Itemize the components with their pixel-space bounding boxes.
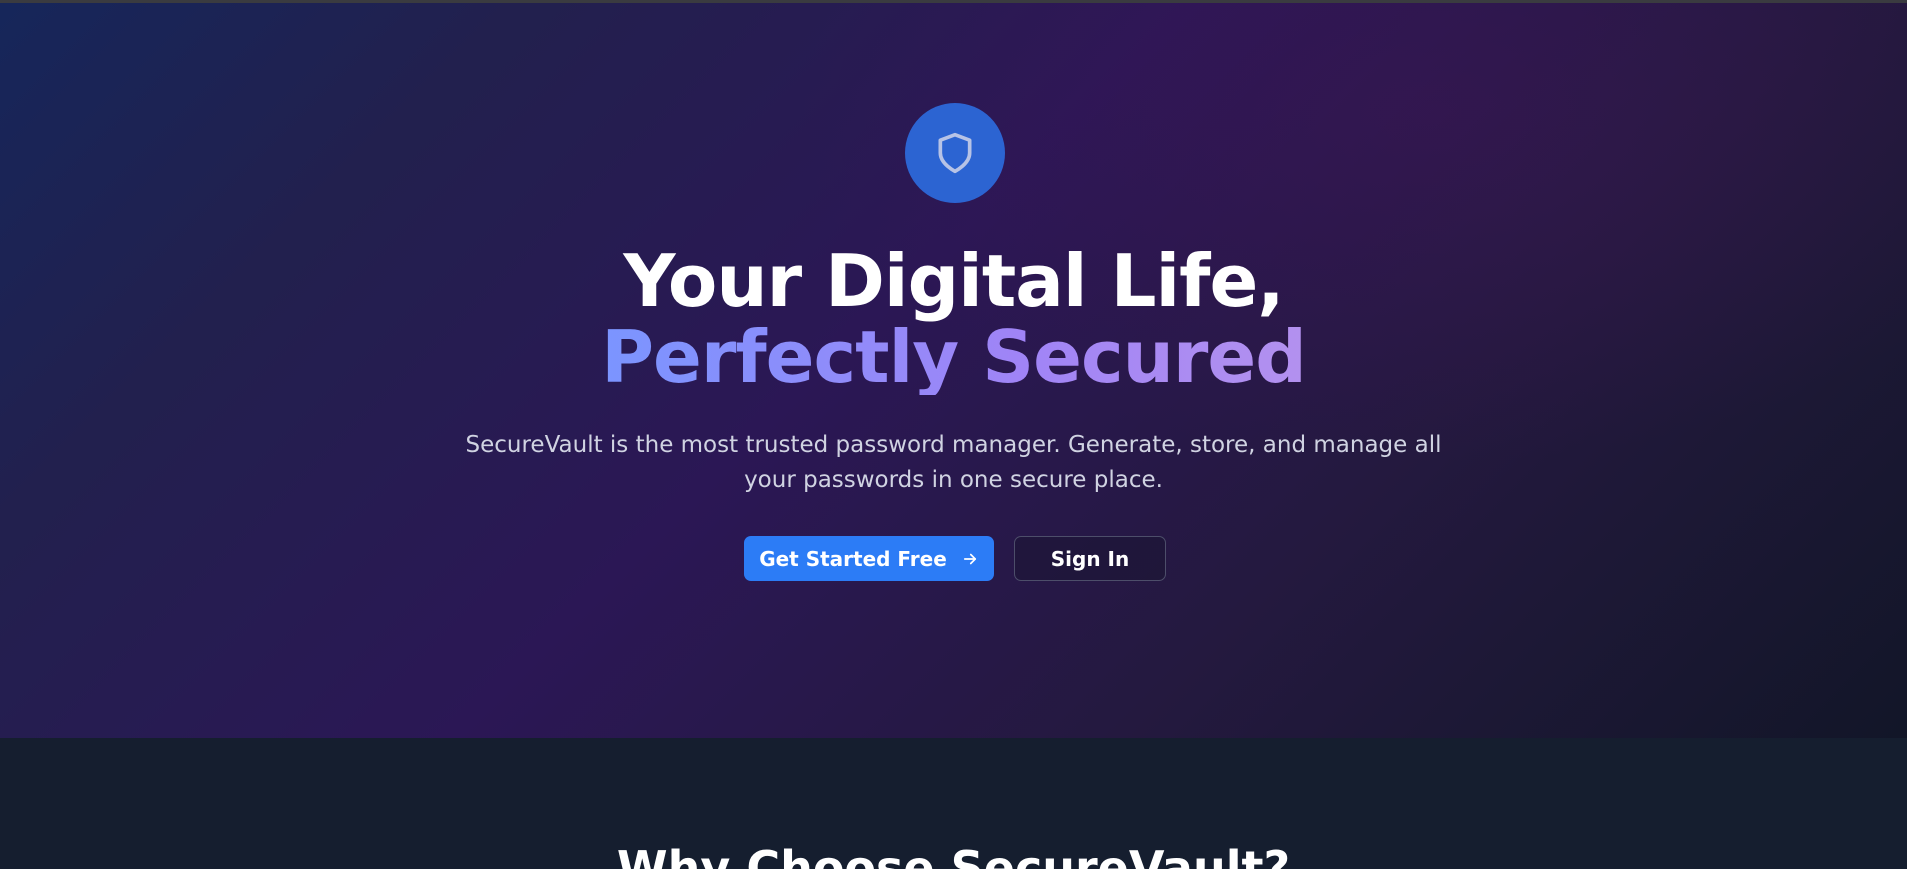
get-started-label: Get Started Free [759, 546, 947, 571]
arrow-right-icon [963, 553, 976, 564]
shield-badge [905, 103, 1005, 203]
shield-icon [938, 132, 972, 174]
hero-description-line-2: your passwords in one secure place. [744, 467, 1163, 493]
features-section: Why Choose SecureVault? [0, 738, 1907, 869]
cta-button-row: Get Started Free Sign In [744, 536, 1166, 581]
features-title: Why Choose SecureVault? [616, 841, 1291, 869]
hero-description: SecureVault is the most trusted password… [0, 428, 1907, 498]
hero-description-line-1: SecureVault is the most trusted password… [465, 432, 1442, 458]
headline-line-1: Your Digital Life, [623, 239, 1284, 323]
sign-in-button[interactable]: Sign In [1014, 536, 1166, 581]
page: Your Digital Life, Perfectly Secured Sec… [0, 0, 1907, 869]
sign-in-label: Sign In [1050, 546, 1130, 571]
get-started-button[interactable]: Get Started Free [744, 536, 994, 581]
hero-section: Your Digital Life, Perfectly Secured Sec… [0, 3, 1907, 738]
headline-line-2-gradient: Perfectly Secured [601, 315, 1307, 399]
hero-headline: Your Digital Life, Perfectly Secured [0, 243, 1907, 395]
